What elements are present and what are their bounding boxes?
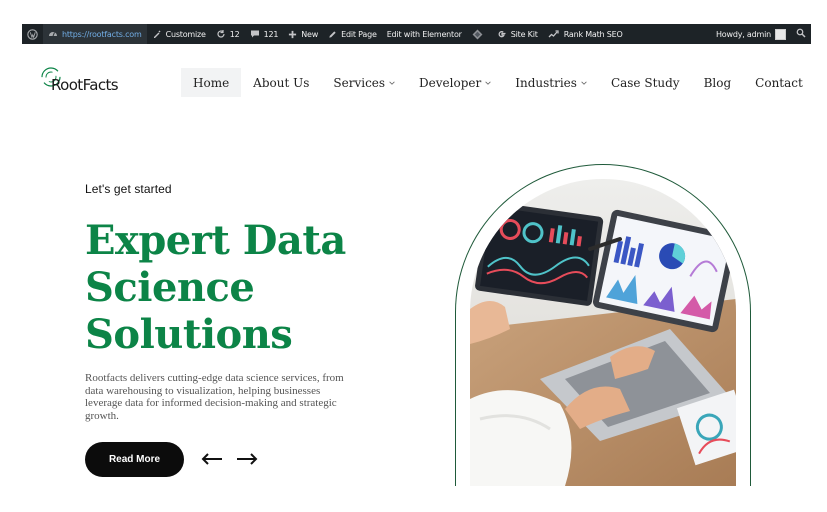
my-account-link[interactable]: Howdy, admin [711,24,791,44]
site-logo[interactable]: RootFacts [40,65,120,99]
hero-title-line: Expert Data [85,217,346,264]
nav-item-industries[interactable]: Industries [503,68,599,97]
read-more-button[interactable]: Read More [85,442,184,477]
nav-label: Services [333,75,386,90]
pencil-icon [328,30,337,39]
edit-page-link[interactable]: Edit Page [323,24,382,44]
edit-elementor-label: Edit with Elementor [386,29,462,39]
plus-icon [288,30,297,39]
hero-title: Expert Data Science Solutions [85,217,415,358]
comments-count: 121 [263,29,279,39]
howdy-label: Howdy, admin [715,29,771,39]
avatar [775,28,786,40]
nav-item-home[interactable]: Home [181,68,242,97]
site-url-label: https://rootfacts.com [62,29,142,39]
rank-math-icon [548,29,560,39]
hero-eyebrow: Let's get started [85,182,172,196]
google-g-icon [497,29,507,39]
logo-text: RootFacts [51,76,119,94]
rank-math-link[interactable]: Rank Math SEO [543,24,628,44]
hero-title-line: Solutions [85,311,293,358]
search-icon [796,28,806,40]
nav-item-blog[interactable]: Blog [692,68,744,97]
new-label: New [301,29,319,39]
hero-title-line: Science [85,264,255,311]
hero-photo [470,179,736,486]
hero-description: Rootfacts delivers cutting-edge data sci… [85,372,344,422]
nav-label: About Us [253,75,310,90]
comments-link[interactable]: 121 [245,24,284,44]
arrow-right-icon[interactable] [236,452,258,466]
nav-label: Contact [755,75,803,90]
chevron-down-icon [485,81,491,85]
admin-search-button[interactable] [791,24,811,44]
seo-diamond-link[interactable] [467,24,492,44]
arrow-left-icon[interactable] [201,452,223,466]
nav-item-contact[interactable]: Contact [743,68,815,97]
nav-label: Blog [703,75,732,90]
customize-link[interactable]: Customize [147,24,211,44]
edit-elementor-link[interactable]: Edit with Elementor [382,24,467,44]
updates-icon [216,29,226,39]
comment-icon [250,29,260,39]
dashboard-icon [48,29,58,39]
nav-label: Home [193,75,230,90]
updates-link[interactable]: 12 [211,24,245,44]
nav-label: Case Study [610,75,680,90]
brush-icon [152,29,162,39]
wordpress-logo-icon[interactable] [22,24,43,44]
nav-item-developer[interactable]: Developer [407,68,503,97]
customize-label: Customize [165,29,206,39]
chevron-down-icon [389,81,395,85]
diamond-icon [472,29,483,40]
site-kit-label: Site Kit [510,29,538,39]
wp-admin-bar: https://rootfacts.com Customize 12 121 N… [22,24,811,44]
rank-math-label: Rank Math SEO [563,29,623,39]
site-kit-link[interactable]: Site Kit [492,24,543,44]
updates-count: 12 [229,29,240,39]
nav-item-about-us[interactable]: About Us [241,68,321,97]
new-content-link[interactable]: New [283,24,323,44]
edit-page-label: Edit Page [341,29,377,39]
main-nav: Home About Us Services Developer Industr… [181,68,815,97]
nav-label: Developer [419,75,482,90]
nav-item-services[interactable]: Services [321,68,407,97]
nav-item-case-study[interactable]: Case Study [599,68,692,97]
chevron-down-icon [581,81,587,85]
laptop-dashboard-illustration [470,179,736,486]
site-url-link[interactable]: https://rootfacts.com [43,24,147,44]
nav-label: Industries [515,75,577,90]
